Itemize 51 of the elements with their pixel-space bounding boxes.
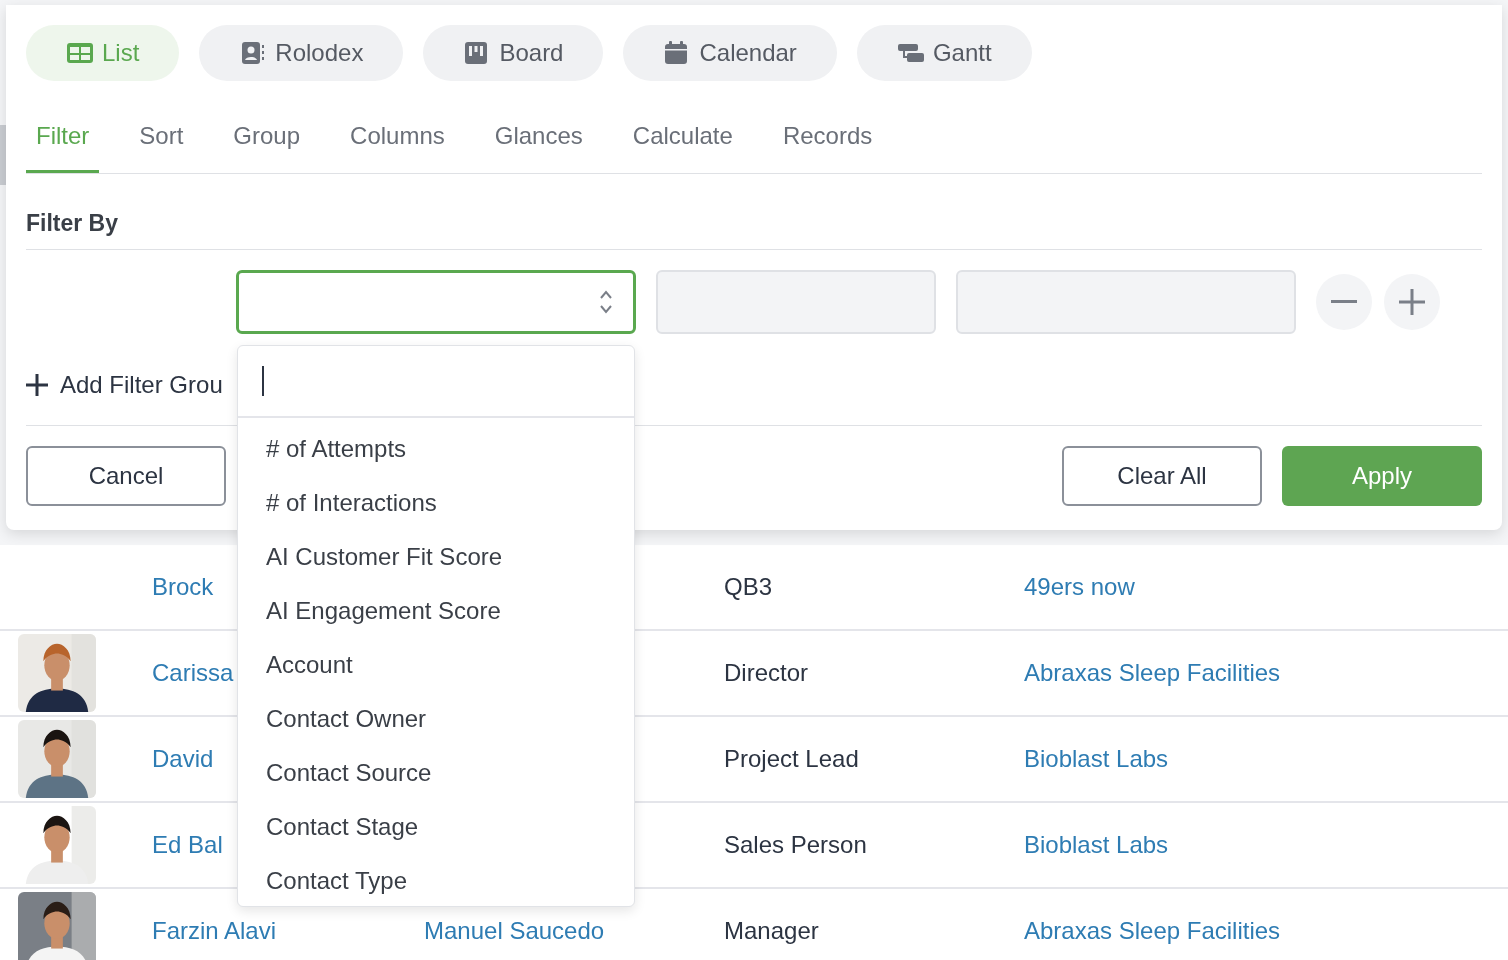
minus-icon — [1331, 299, 1357, 304]
sort-arrows-icon — [599, 288, 613, 315]
job-title: Manager — [724, 917, 819, 944]
company-link[interactable]: Abraxas Sleep Facilities — [1024, 659, 1281, 686]
filter-tab[interactable]: Calculate — [622, 101, 743, 173]
apply-button[interactable]: Apply — [1282, 445, 1482, 506]
filter-tab[interactable]: Records — [772, 101, 883, 173]
company-link[interactable]: Bioblast Labs — [1024, 745, 1169, 772]
dropdown-option[interactable]: Account — [238, 638, 634, 692]
filter-tab[interactable]: Columns — [340, 101, 455, 173]
add-filter-group-button[interactable]: Add Filter Grou — [26, 367, 223, 403]
dropdown-option[interactable]: Contact Type — [238, 854, 634, 906]
view-tab[interactable]: Rolodex — [199, 25, 404, 81]
clear-all-button[interactable]: Clear All — [1062, 445, 1262, 506]
value-field[interactable] — [956, 269, 1296, 334]
view-tab[interactable]: Gantt — [856, 25, 1032, 81]
dropdown-option[interactable]: AI Engagement Score — [238, 584, 634, 638]
filter-tab[interactable]: Filter — [26, 101, 100, 173]
job-title: Director — [724, 659, 808, 686]
view-tab[interactable]: List — [26, 25, 180, 81]
gantt-icon — [896, 41, 925, 65]
owner-link[interactable]: Manuel Saucedo — [424, 917, 605, 944]
view-tab[interactable]: Calendar — [623, 25, 837, 81]
filter-tab[interactable]: Group — [223, 101, 311, 173]
company-link[interactable]: Bioblast Labs — [1024, 831, 1169, 858]
view-tab[interactable]: Board — [423, 25, 604, 81]
dropdown-option[interactable]: Contact Owner — [238, 692, 634, 746]
contact-link[interactable]: Farzin Alavi — [152, 917, 277, 944]
dropdown-option[interactable]: # of Interactions — [238, 476, 634, 530]
company-link[interactable]: 49ers now — [1024, 573, 1135, 600]
filter-tab[interactable]: Glances — [484, 101, 593, 173]
filter-tab[interactable]: Sort — [129, 101, 194, 173]
field-select[interactable] — [236, 269, 636, 334]
dropdown-option[interactable]: Contact Stage — [238, 800, 634, 854]
contact-link[interactable]: Brock — [152, 573, 214, 600]
company-link[interactable]: Abraxas Sleep Facilities — [1024, 917, 1281, 944]
plus-icon — [26, 374, 48, 396]
contact-link[interactable]: Ed Bal — [152, 831, 223, 858]
dropdown-option[interactable]: Contact Source — [238, 746, 634, 800]
operator-field[interactable] — [656, 269, 936, 334]
contact-link[interactable]: David — [152, 745, 214, 772]
table-icon — [66, 41, 94, 65]
job-title: Project Lead — [724, 745, 859, 772]
cancel-button[interactable]: Cancel — [26, 445, 226, 506]
job-title: QB3 — [724, 573, 773, 600]
section-heading: Filter By — [26, 210, 119, 236]
plus-icon — [1399, 288, 1425, 315]
dropdown-option[interactable]: AI Customer Fit Score — [238, 530, 634, 584]
contact-link[interactable]: Carissa — [152, 659, 234, 686]
job-title: Sales Person — [724, 831, 867, 858]
dropdown-option[interactable]: # of Attempts — [238, 422, 634, 476]
